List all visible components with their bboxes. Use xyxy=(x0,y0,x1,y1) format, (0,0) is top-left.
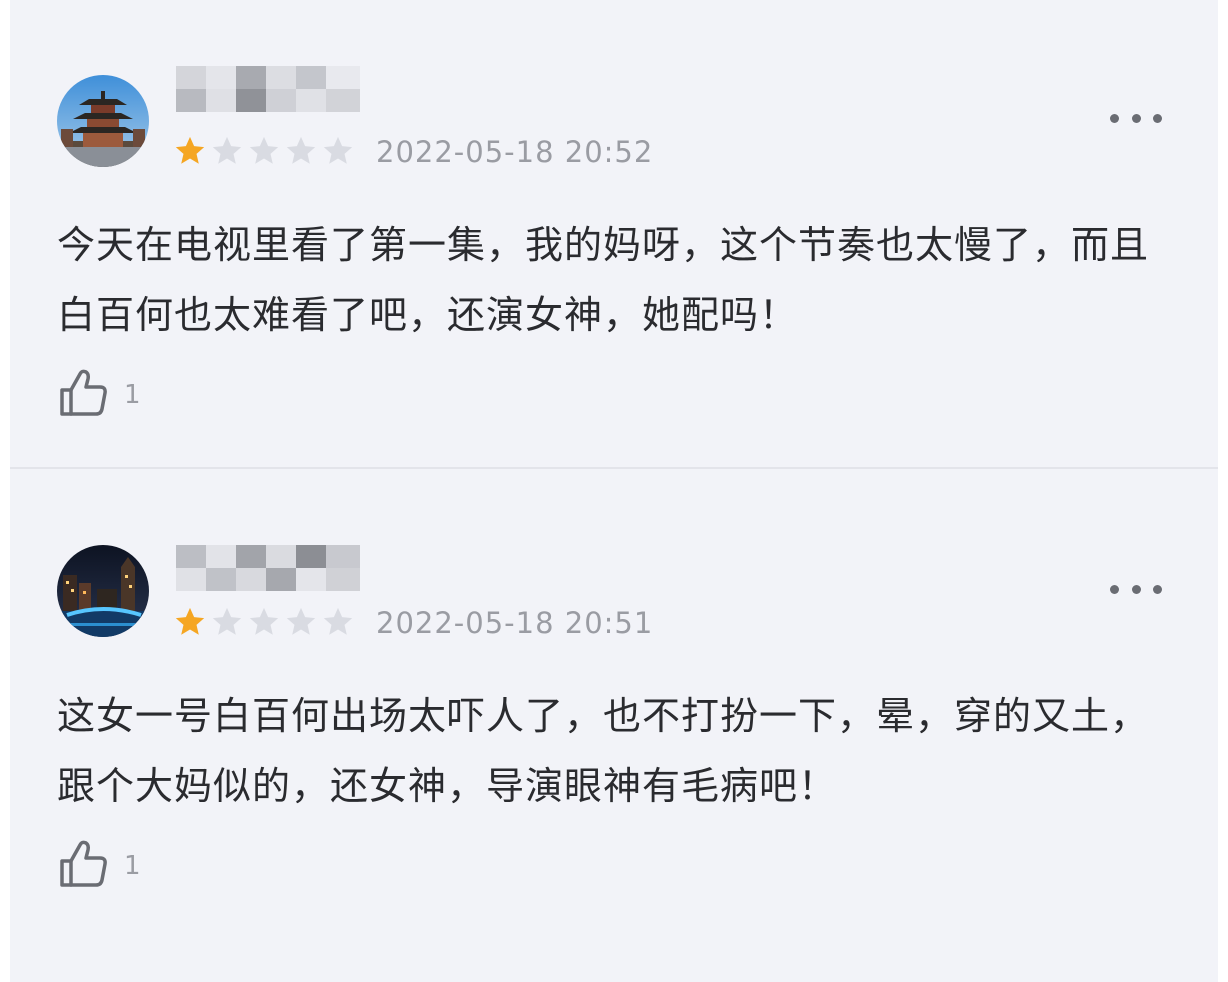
review-card: 2022-05-18 20:51 这女一号白百何出场太吓人了，也不打扮一下，晕，… xyxy=(10,469,1218,982)
rating-stars xyxy=(173,605,355,639)
star-filled-icon xyxy=(175,607,205,635)
reviews-page: 2022-05-18 20:52 今天在电视里看了第一集，我的妈呀，这个节奏也太… xyxy=(10,0,1218,982)
avatar[interactable] xyxy=(57,545,149,637)
more-dots-icon[interactable] xyxy=(1110,104,1162,132)
thumbs-up-icon xyxy=(60,840,107,887)
review-content: 这女一号白百何出场太吓人了，也不打扮一下，晕，穿的又土，跟个大妈似的，还女神，导… xyxy=(57,694,1150,808)
like-button[interactable]: 1 xyxy=(58,366,141,418)
star-empty-icon xyxy=(286,607,316,635)
star-empty-icon xyxy=(323,136,353,164)
star-empty-icon xyxy=(323,607,353,635)
star-empty-icon xyxy=(212,136,242,164)
review-timestamp: 2022-05-18 20:52 xyxy=(376,135,654,169)
thumbs-up-icon xyxy=(60,369,107,416)
like-count: 1 xyxy=(124,380,141,410)
review-card: 2022-05-18 20:52 今天在电视里看了第一集，我的妈呀，这个节奏也太… xyxy=(10,0,1218,467)
star-filled-icon xyxy=(175,136,205,164)
star-empty-icon xyxy=(286,136,316,164)
star-empty-icon xyxy=(249,607,279,635)
username-obscured xyxy=(176,66,360,112)
username-obscured xyxy=(176,545,360,591)
avatar[interactable] xyxy=(57,75,149,167)
review-content: 今天在电视里看了第一集，我的妈呀，这个节奏也太慢了，而且白百何也太难看了吧，还演… xyxy=(57,223,1150,337)
like-count: 1 xyxy=(124,851,141,881)
like-button[interactable]: 1 xyxy=(58,837,141,889)
rating-stars xyxy=(173,134,355,168)
star-empty-icon xyxy=(249,136,279,164)
more-dots-icon[interactable] xyxy=(1110,575,1162,603)
star-empty-icon xyxy=(212,607,242,635)
review-timestamp: 2022-05-18 20:51 xyxy=(376,606,654,640)
